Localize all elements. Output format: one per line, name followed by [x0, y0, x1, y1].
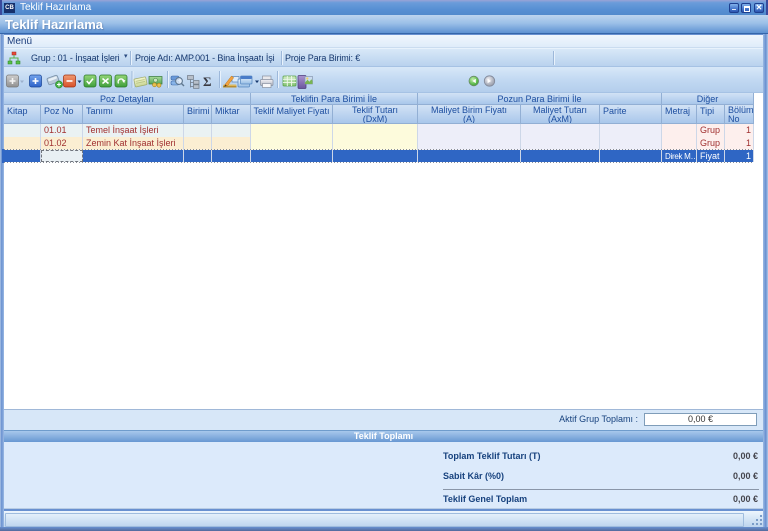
svg-text:Σ: Σ	[203, 74, 212, 89]
